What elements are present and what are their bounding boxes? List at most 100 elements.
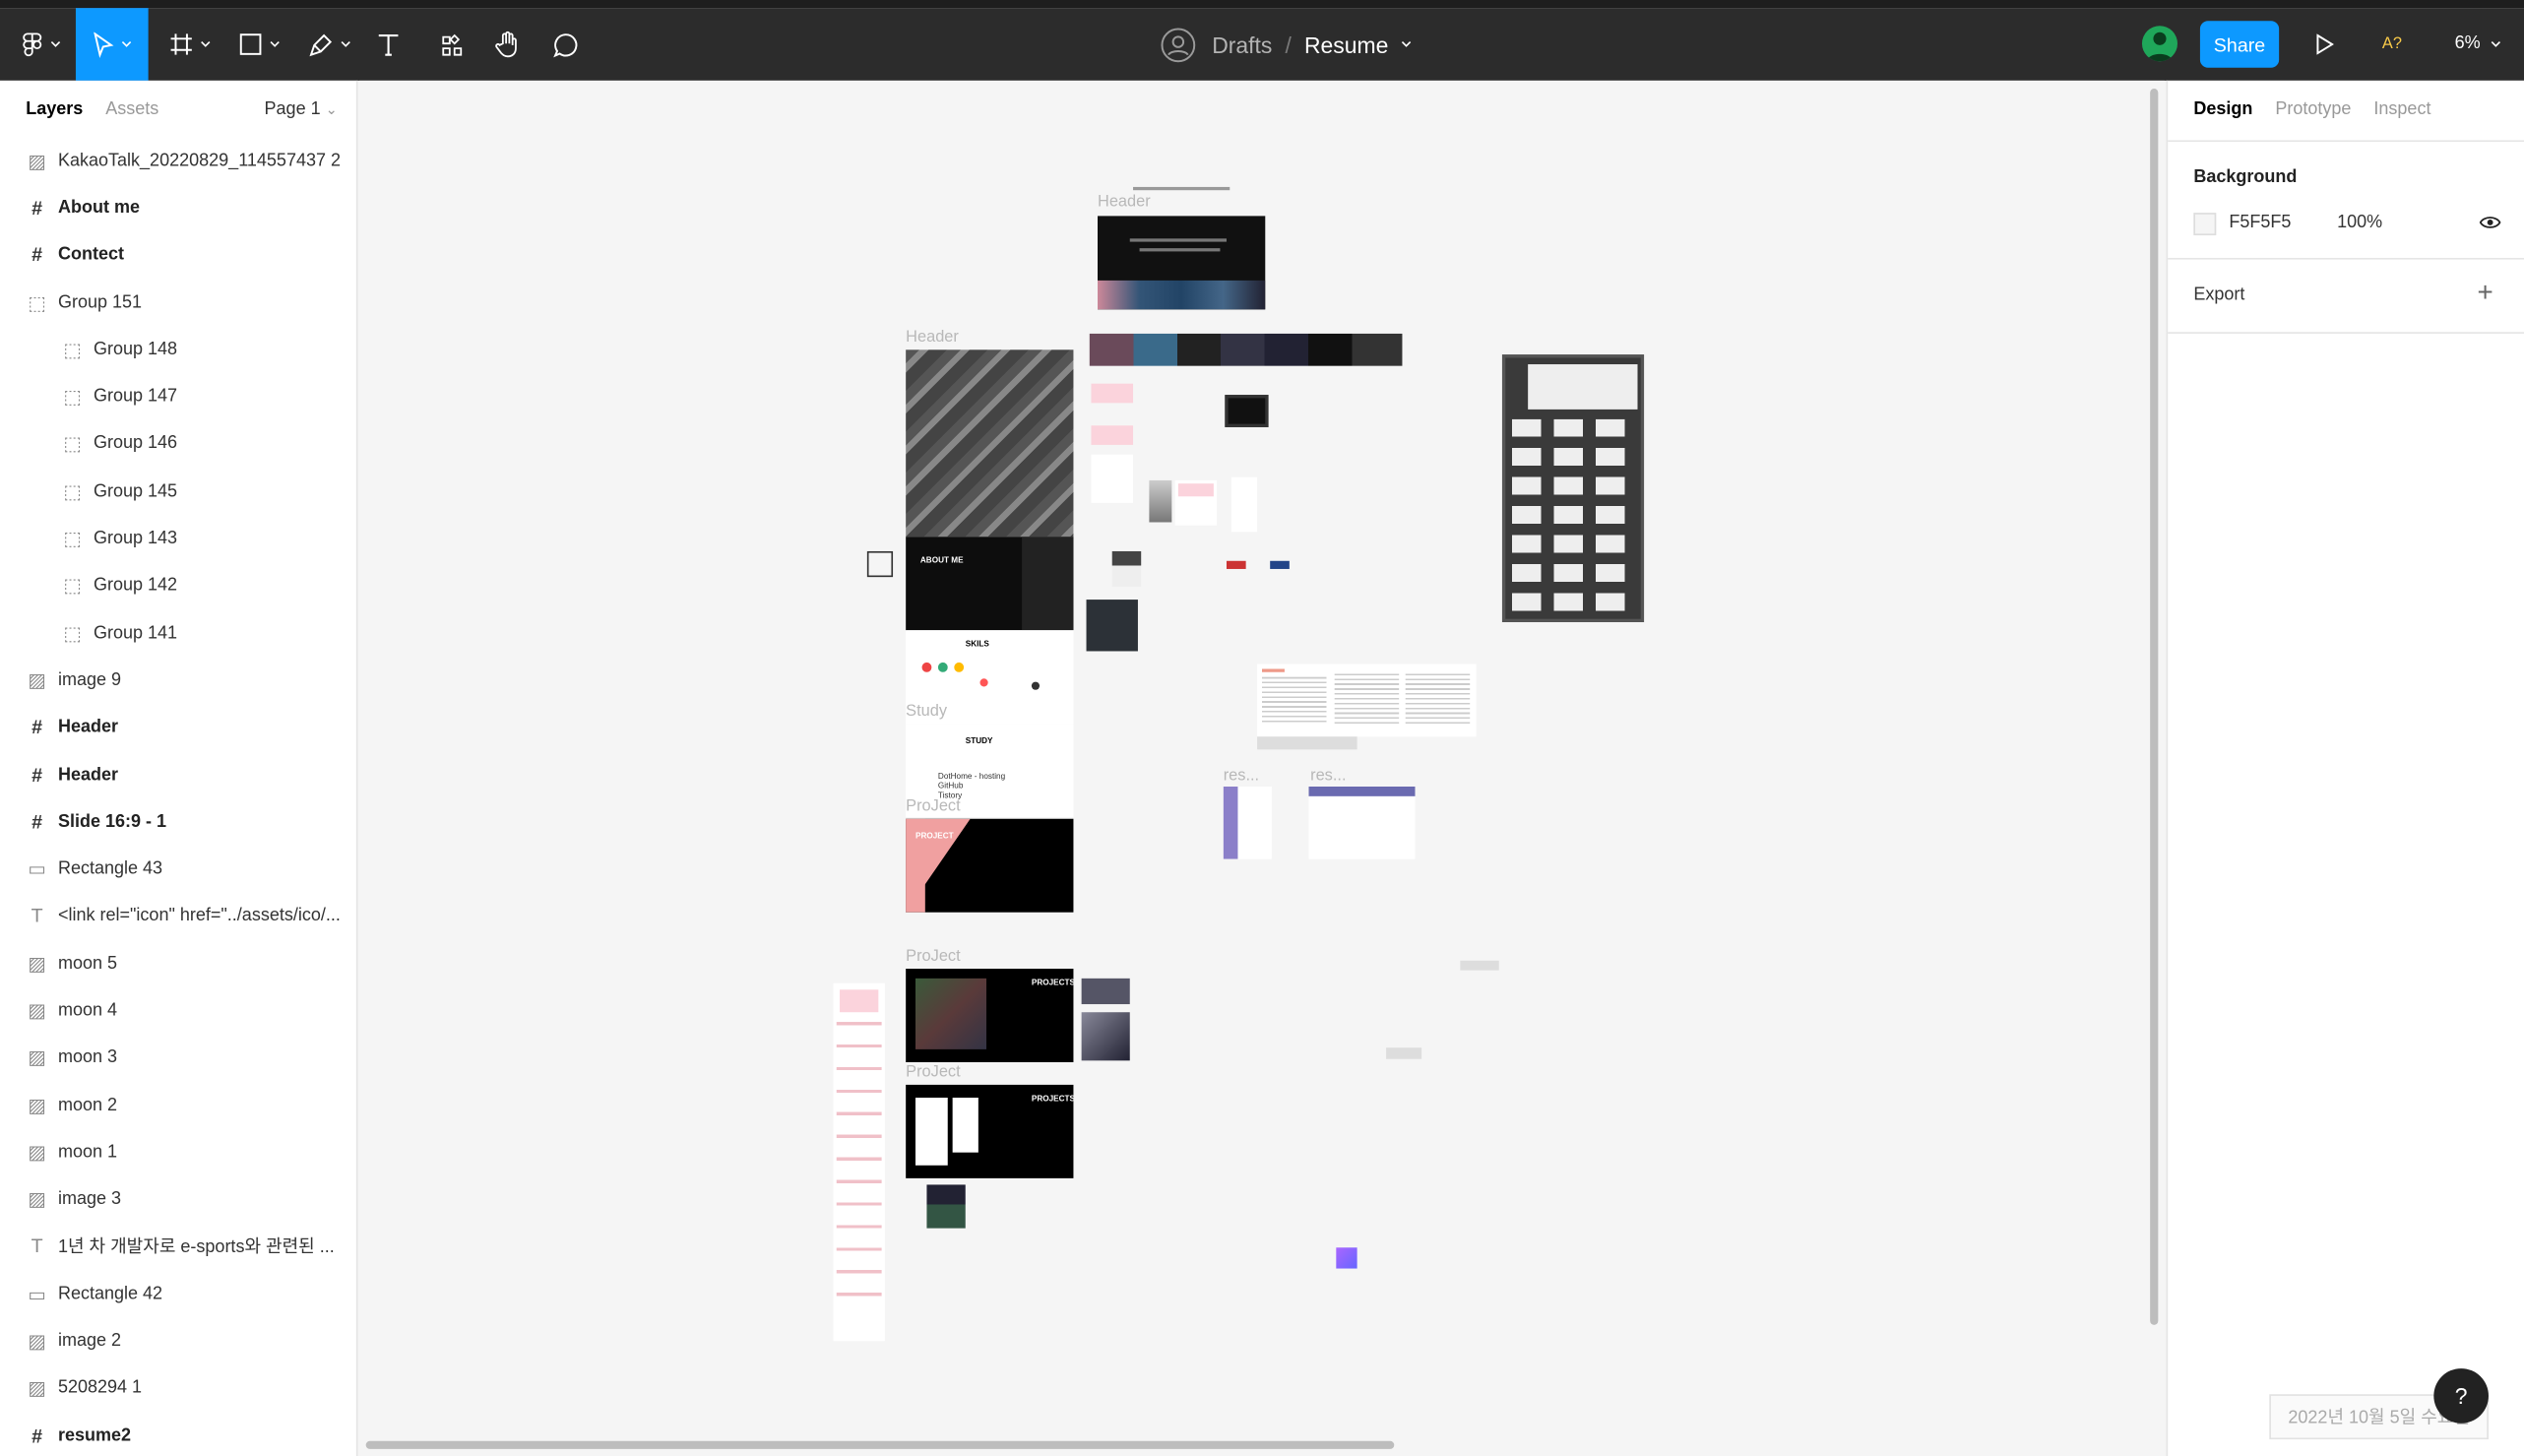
page-selector[interactable]: Page 1 ⌄ [265, 100, 338, 120]
projects-slide[interactable]: PROJECTS [906, 969, 1074, 1062]
text-card[interactable] [1230, 476, 1258, 533]
white-card[interactable] [1091, 454, 1134, 503]
document-page[interactable] [1257, 664, 1477, 737]
layer-row[interactable]: ⬚ Group 142 [0, 562, 357, 609]
vertical-scrollbar[interactable] [2150, 89, 2159, 1325]
background-opacity-input[interactable]: 100% [2337, 213, 2382, 232]
layer-row[interactable]: ▨ moon 3 [0, 1035, 357, 1082]
tab-prototype[interactable]: Prototype [2275, 100, 2351, 120]
layer-row[interactable]: T <link rel="icon" href="../assets/ico/..… [0, 893, 357, 940]
frame-label-project-3[interactable]: ProJect [906, 1064, 961, 1082]
layer-row[interactable]: # Header [0, 704, 357, 751]
about-me-slide[interactable]: ABOUT ME [906, 537, 1074, 631]
layer-row[interactable]: T 1년 차 개발자로 e-sports와 관련된 ... [0, 1223, 357, 1270]
frame-label-project-2[interactable]: ProJect [906, 948, 961, 966]
layer-row[interactable]: ▨ image 3 [0, 1175, 357, 1223]
layer-row[interactable]: ⬚ Group 147 [0, 373, 357, 420]
eye-icon[interactable] [2479, 215, 2501, 230]
resume-thumbnail[interactable] [1308, 787, 1416, 859]
main-menu-button[interactable] [10, 8, 71, 81]
layer-row[interactable]: ⬚ Group 151 [0, 279, 357, 326]
frame-label-project-1[interactable]: ProJect [906, 797, 961, 815]
help-button[interactable]: ? [2433, 1368, 2489, 1424]
image-strip[interactable] [1089, 333, 1403, 366]
share-button[interactable]: Share [2199, 21, 2280, 68]
add-export-plus-icon[interactable]: + [2478, 278, 2493, 310]
screenshot-thumb[interactable] [926, 1184, 966, 1229]
resources-button[interactable] [432, 8, 471, 81]
layer-row[interactable]: ▨ moon 2 [0, 1082, 357, 1129]
pink-card[interactable] [1091, 425, 1134, 445]
project-slide[interactable]: PROJECT [906, 818, 1074, 913]
layer-row[interactable]: ▭ Rectangle 43 [0, 846, 357, 893]
dark-square[interactable] [1086, 600, 1138, 652]
small-gray-element[interactable] [1460, 960, 1499, 971]
hand-tool-button[interactable] [488, 8, 527, 81]
small-gray-element[interactable] [1386, 1047, 1422, 1059]
layer-row[interactable]: # resume2 [0, 1412, 357, 1456]
layer-name: moon 5 [57, 953, 118, 974]
canvas[interactable]: Header Header ABOUT ME SKILS Study STUDY… [359, 80, 2165, 1456]
portfolio-grid-frame[interactable] [1501, 354, 1645, 622]
empty-frame[interactable] [866, 550, 894, 578]
tab-design[interactable]: Design [2193, 100, 2252, 120]
purple-icon[interactable] [1336, 1247, 1357, 1269]
file-name[interactable]: Resume [1304, 32, 1388, 57]
layer-row[interactable]: ▨ 5208294 1 [0, 1364, 357, 1412]
user-avatar[interactable] [2141, 26, 2177, 62]
tab-layers[interactable]: Layers [26, 100, 83, 120]
screenshot-thumb[interactable] [1081, 978, 1130, 1005]
layer-row[interactable]: # Header [0, 751, 357, 798]
layer-row[interactable]: ▨ moon 1 [0, 1128, 357, 1175]
layer-row[interactable]: ⬚ Group 143 [0, 515, 357, 562]
layer-row[interactable]: ▨ moon 4 [0, 987, 357, 1035]
zoom-menu[interactable]: 6% [2455, 8, 2501, 81]
dark-card[interactable] [1225, 395, 1269, 427]
missing-fonts-indicator[interactable]: A? [2382, 8, 2402, 81]
screenshot-thumb[interactable] [1081, 1012, 1130, 1061]
layer-row[interactable]: # Slide 16:9 - 1 [0, 798, 357, 846]
frame-label-res-2[interactable]: res... [1310, 767, 1346, 785]
present-button[interactable] [2304, 8, 2343, 81]
resume-thumbnail[interactable] [1223, 787, 1272, 859]
header-hero-thumbnail[interactable] [906, 349, 1074, 538]
frame-label-study[interactable]: Study [906, 703, 947, 721]
layer-row[interactable]: ▭ Rectangle 42 [0, 1270, 357, 1317]
chevron-down-icon[interactable] [1401, 40, 1412, 48]
layer-row[interactable]: ▨ image 9 [0, 657, 357, 704]
move-tool-button[interactable] [75, 8, 149, 81]
tab-assets[interactable]: Assets [105, 100, 158, 120]
background-hex-input[interactable]: F5F5F5 [2229, 213, 2291, 232]
pen-tool-button[interactable] [300, 8, 358, 81]
layer-row[interactable]: ⬚ Group 141 [0, 609, 357, 657]
layer-row[interactable]: ▨ moon 5 [0, 940, 357, 987]
layer-row[interactable]: ▨ KakaoTalk_20220829_114557437 2 [0, 137, 357, 184]
projects-slide[interactable]: PROJECTS [906, 1084, 1074, 1178]
text-tool-button[interactable] [369, 8, 408, 81]
layer-row[interactable]: ⬚ Group 148 [0, 326, 357, 373]
tab-inspect[interactable]: Inspect [2373, 100, 2430, 120]
comment-tool-button[interactable] [546, 8, 585, 81]
breadcrumb-drafts-link[interactable]: Drafts [1212, 32, 1272, 57]
long-page-frame[interactable] [833, 982, 885, 1342]
card-with-pink[interactable] [1174, 479, 1218, 526]
frame-tool-button[interactable] [161, 8, 220, 81]
shape-tool-button[interactable] [230, 8, 288, 81]
layer-row[interactable]: ▨ image 2 [0, 1317, 357, 1364]
horizontal-scrollbar[interactable] [365, 1440, 1395, 1449]
layer-row[interactable]: ⬚ Group 146 [0, 420, 357, 468]
frame-label-res-1[interactable]: res... [1224, 767, 1259, 785]
badge[interactable] [1270, 560, 1290, 569]
background-color-swatch[interactable] [2193, 213, 2217, 236]
layer-row[interactable]: # Contect [0, 231, 357, 279]
badge[interactable] [1226, 560, 1246, 569]
portrait-photo[interactable] [1111, 550, 1142, 587]
header-slide-thumbnail[interactable] [1098, 216, 1266, 310]
layer-row[interactable]: # About me [0, 184, 357, 231]
frame-label-header-top[interactable]: Header [1098, 193, 1151, 211]
gray-bar[interactable] [1257, 736, 1357, 750]
frame-label-header[interactable]: Header [906, 329, 959, 347]
pink-card[interactable] [1091, 383, 1134, 404]
small-images[interactable] [1149, 479, 1172, 523]
layer-row[interactable]: ⬚ Group 145 [0, 468, 357, 515]
